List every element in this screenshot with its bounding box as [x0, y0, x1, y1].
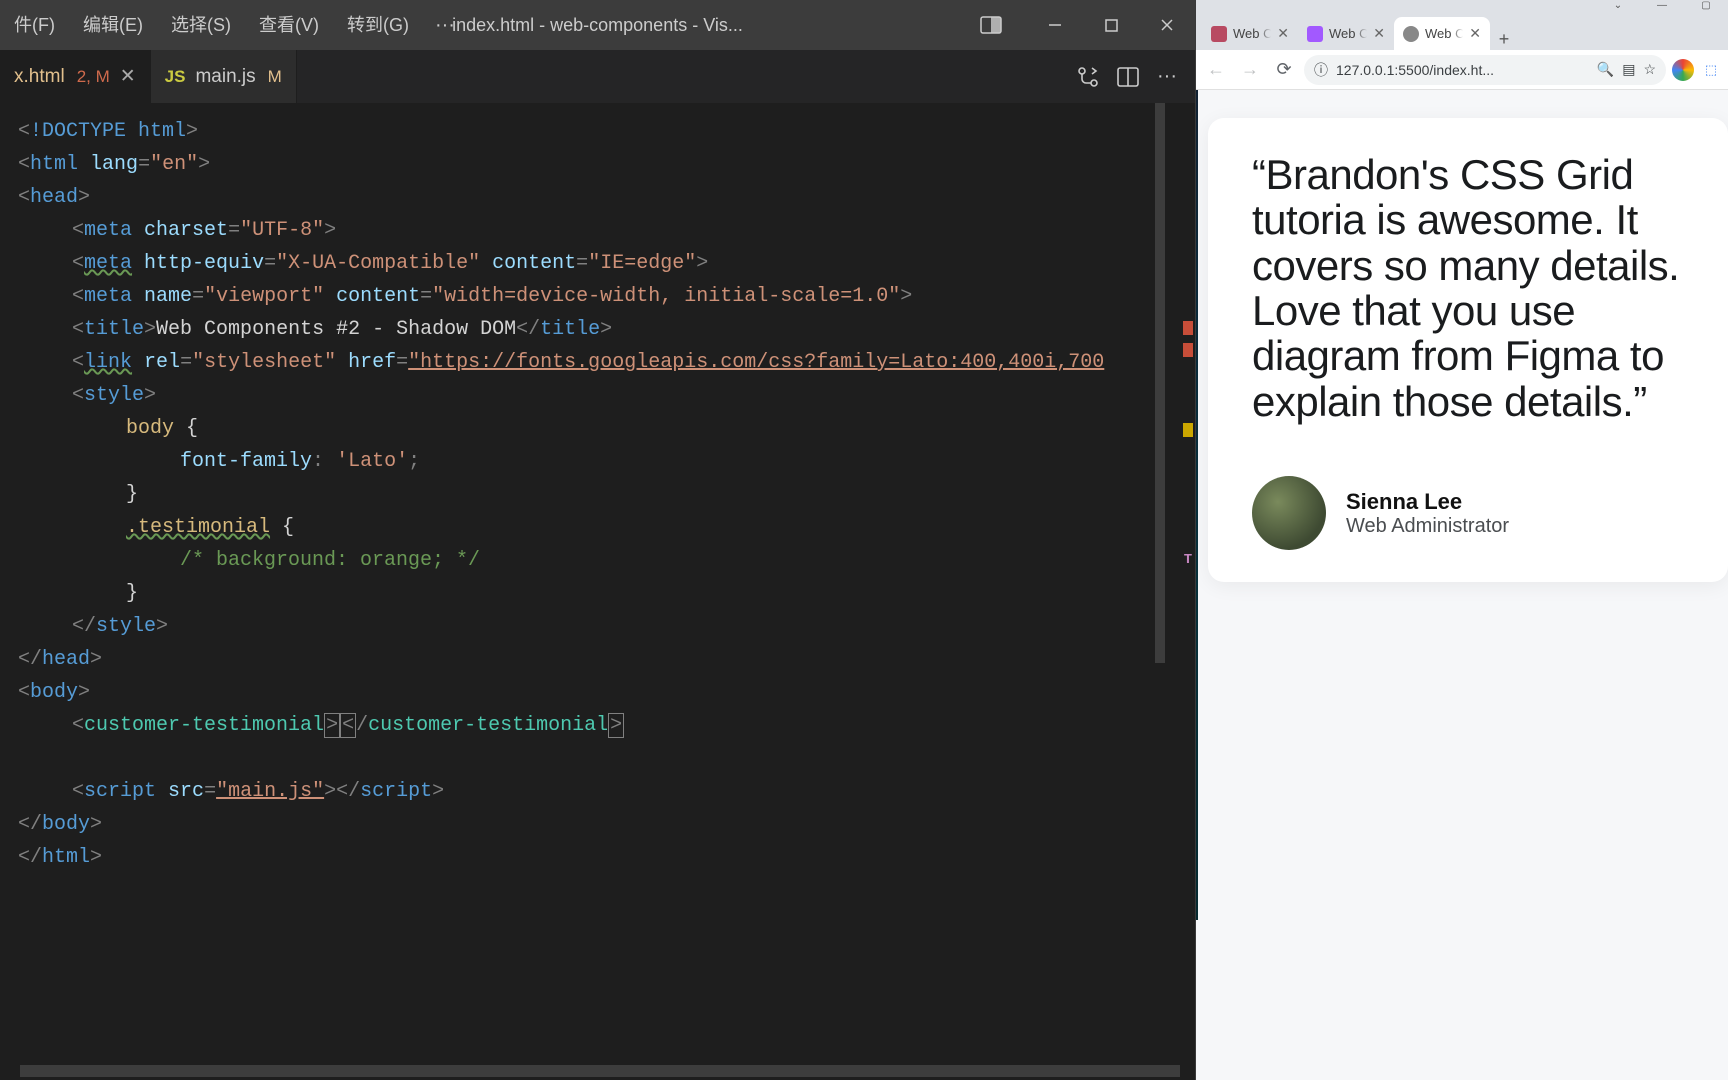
- close-icon[interactable]: ✕: [1277, 25, 1289, 42]
- menu-select[interactable]: 选择(S): [157, 0, 245, 50]
- browser-minimize-button[interactable]: —: [1640, 0, 1684, 14]
- layout-toggle-icon[interactable]: [963, 0, 1019, 50]
- browser-toolbar: ← → ⟳ ⓘ 127.0.0.1:5500/index.ht... 🔍 ▤ ☆…: [1196, 50, 1728, 90]
- browser-tab-label: Web C: [1329, 26, 1367, 41]
- close-icon[interactable]: ✕: [1469, 25, 1481, 42]
- window-controls: [963, 0, 1195, 50]
- profile-name: Sienna Lee: [1346, 489, 1509, 515]
- url-text: 127.0.0.1:5500/index.ht...: [1336, 62, 1589, 78]
- bookmark-icon[interactable]: ☆: [1643, 61, 1656, 78]
- menu-edit[interactable]: 编辑(E): [69, 0, 157, 50]
- menu-view[interactable]: 查看(V): [245, 0, 333, 50]
- window-title: index.html - web-components - Vis...: [452, 15, 743, 36]
- tab-label: main.js: [195, 66, 255, 88]
- close-icon[interactable]: ✕: [1373, 25, 1385, 42]
- menu-bar: 件(F) 编辑(E) 选择(S) 查看(V) 转到(G) ···: [0, 0, 467, 50]
- browser-tab[interactable]: Web C ✕: [1202, 17, 1298, 50]
- minimap-text-icon: T: [1183, 553, 1193, 567]
- back-button[interactable]: ←: [1202, 56, 1230, 84]
- tab-actions: ···: [1077, 50, 1195, 103]
- minimize-button[interactable]: [1027, 0, 1083, 50]
- background-image: [1196, 90, 1198, 920]
- new-tab-button[interactable]: +: [1490, 29, 1518, 50]
- avatar: [1252, 476, 1326, 550]
- forward-button[interactable]: →: [1236, 56, 1264, 84]
- code-editor[interactable]: T <!DOCTYPE html> <html lang="en"> <head…: [0, 103, 1195, 1062]
- favicon-icon: [1211, 26, 1227, 42]
- split-editor-icon[interactable]: [1117, 67, 1139, 87]
- extension-icon[interactable]: [1672, 59, 1694, 81]
- close-button[interactable]: [1139, 0, 1195, 50]
- testimonial-card: “Brandon's CSS Grid tutoria is awesome. …: [1208, 118, 1728, 582]
- tab-index-html[interactable]: x.html 2, M ✕: [0, 50, 151, 103]
- profile-row: Sienna Lee Web Administrator: [1252, 476, 1704, 550]
- extension-icon[interactable]: ⬚: [1700, 59, 1722, 81]
- reader-mode-icon[interactable]: ▤: [1622, 61, 1635, 78]
- browser-chevron-down-icon[interactable]: ⌄: [1596, 0, 1640, 14]
- tab-badge: M: [268, 67, 282, 87]
- scrollbar-thumb[interactable]: [20, 1065, 1180, 1077]
- browser-window: ⌄ — ▢ Web C ✕ Web C ✕ Web C ✕ + ← → ⟳ ⓘ …: [1195, 0, 1728, 1080]
- warning-marker-icon: [1183, 423, 1193, 437]
- tab-main-js[interactable]: JS main.js M: [151, 50, 297, 103]
- vscode-window: 件(F) 编辑(E) 选择(S) 查看(V) 转到(G) ··· index.h…: [0, 0, 1195, 1080]
- error-marker-icon: [1183, 321, 1193, 335]
- close-icon[interactable]: ✕: [120, 65, 136, 88]
- address-bar[interactable]: ⓘ 127.0.0.1:5500/index.ht... 🔍 ▤ ☆: [1304, 55, 1666, 85]
- site-info-icon[interactable]: ⓘ: [1314, 60, 1328, 80]
- maximize-button[interactable]: [1083, 0, 1139, 50]
- testimonial-quote: “Brandon's CSS Grid tutoria is awesome. …: [1252, 152, 1704, 424]
- compare-changes-icon[interactable]: [1077, 66, 1099, 88]
- browser-maximize-button[interactable]: ▢: [1684, 0, 1728, 14]
- globe-icon: [1403, 26, 1419, 42]
- browser-titlebar: ⌄ — ▢: [1196, 0, 1728, 14]
- reload-button[interactable]: ⟳: [1270, 56, 1298, 84]
- profile-role: Web Administrator: [1346, 515, 1509, 538]
- browser-tab-active[interactable]: Web C ✕: [1394, 17, 1490, 50]
- tab-badge: 2, M: [77, 67, 110, 87]
- tab-bar: x.html 2, M ✕ JS main.js M ···: [0, 50, 1195, 103]
- tab-label: x.html: [14, 66, 65, 88]
- horizontal-scrollbar[interactable]: [0, 1062, 1195, 1080]
- browser-tab[interactable]: Web C ✕: [1298, 17, 1394, 50]
- zoom-icon[interactable]: 🔍: [1597, 61, 1614, 78]
- title-bar: 件(F) 编辑(E) 选择(S) 查看(V) 转到(G) ··· index.h…: [0, 0, 1195, 50]
- browser-tab-label: Web C: [1425, 26, 1463, 41]
- more-actions-icon[interactable]: ···: [1157, 65, 1177, 88]
- browser-tab-label: Web C: [1233, 26, 1271, 41]
- js-file-icon: JS: [165, 67, 186, 87]
- page-viewport[interactable]: “Brandon's CSS Grid tutoria is awesome. …: [1196, 90, 1728, 1080]
- favicon-icon: [1307, 26, 1323, 42]
- overview-ruler[interactable]: T: [1165, 103, 1195, 1062]
- error-marker-icon: [1183, 343, 1193, 357]
- menu-file[interactable]: 件(F): [0, 0, 69, 50]
- menu-go[interactable]: 转到(G): [333, 0, 423, 50]
- browser-tab-strip: Web C ✕ Web C ✕ Web C ✕ +: [1196, 14, 1728, 50]
